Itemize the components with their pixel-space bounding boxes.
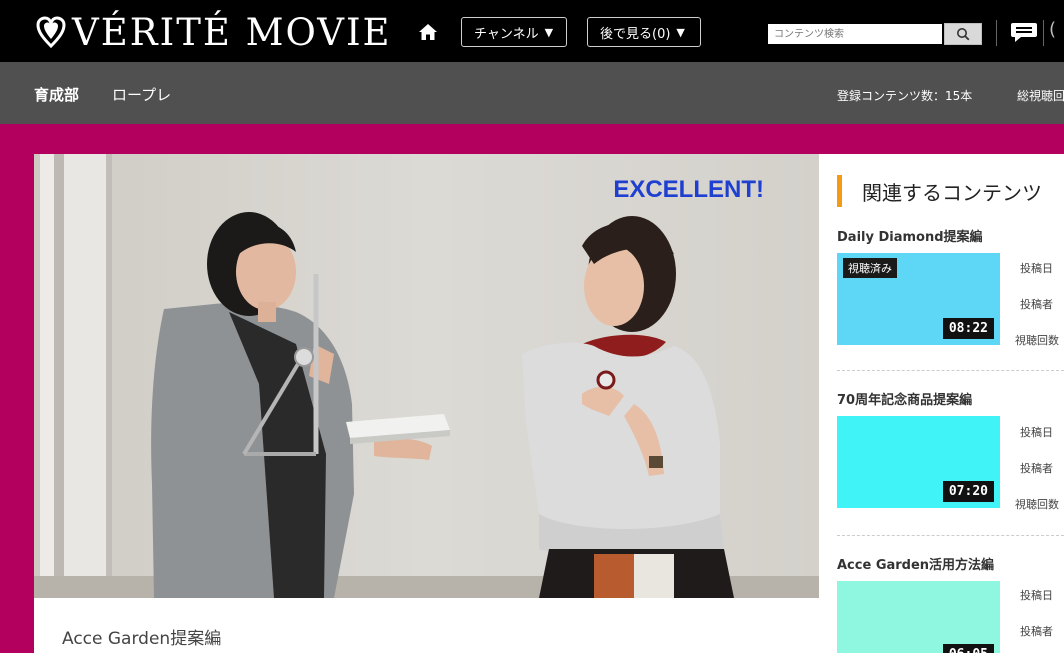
divider [1043,20,1044,46]
video-player[interactable]: EXCELLENT! [34,154,819,598]
poster-label: 投稿者 [1020,625,1053,638]
total-views: 総視聴回 [1017,89,1064,103]
related-item-thumbnail[interactable]: 視聴済み 08:22 [837,253,1000,345]
video-title: Acce Garden提案編 [62,629,222,649]
posted-date-label: 投稿日 [1020,426,1053,439]
channel-dropdown-button[interactable]: チャンネル ▼ [461,17,567,47]
poster-label: 投稿者 [1020,298,1053,311]
search-button[interactable] [944,23,982,45]
accent-band [10,124,1064,154]
watch-later-dropdown-button[interactable]: 後で見る(0) ▼ [587,17,701,47]
search-input[interactable] [768,24,942,44]
video-frame [34,154,819,598]
video-overlay-text: EXCELLENT! [613,176,764,203]
channel-label: チャンネル [474,26,539,42]
heart-logo-icon [36,16,66,49]
chat-icon[interactable] [1009,20,1039,44]
top-navigation-bar: VÉRITÉ MOVIE チャンネル ▼ 後で見る(0) ▼ ( [0,0,1064,62]
poster-label: 投稿者 [1020,462,1053,475]
accent-band-left [10,154,34,653]
related-item-title[interactable]: Acce Garden活用方法編 [837,554,994,573]
search-icon [957,28,970,41]
content-count: 登録コンテンツ数：15本 [837,89,973,103]
watch-later-label: 後で見る(0) [600,26,671,42]
related-item-title[interactable]: 70周年記念商品提案編 [837,389,972,408]
category-link[interactable]: 育成部 [34,84,79,105]
site-logo[interactable]: VÉRITÉ MOVIE [36,10,392,54]
divider [837,535,1064,536]
views-label: 視聴回数 [1015,334,1059,347]
divider [996,20,997,46]
divider [837,370,1064,371]
watched-badge: 視聴済み [843,258,897,278]
views-label: 視聴回数 [1015,498,1059,511]
logo-text: VÉRITÉ MOVIE [72,10,392,54]
duration-badge: 06:05 [942,644,994,653]
related-contents-heading: 関連するコンテンツ [837,175,1042,207]
related-item-thumbnail[interactable]: 06:05 [837,581,1000,653]
related-item-title[interactable]: Daily Diamond提案編 [837,226,983,245]
related-item-thumbnail[interactable]: 07:20 [837,416,1000,508]
duration-badge: 07:20 [942,481,994,502]
subcategory-link[interactable]: ロープレ [112,84,171,105]
chevron-down-icon: ▼ [544,25,554,39]
duration-badge: 08:22 [942,318,994,339]
category-bar: 育成部 ロープレ 登録コンテンツ数：15本 総視聴回 [0,62,1064,124]
chevron-down-icon: ▼ [676,25,685,39]
user-menu-partial[interactable]: ( [1049,19,1056,40]
home-icon[interactable] [418,22,438,42]
posted-date-label: 投稿日 [1020,589,1053,602]
posted-date-label: 投稿日 [1020,262,1053,275]
